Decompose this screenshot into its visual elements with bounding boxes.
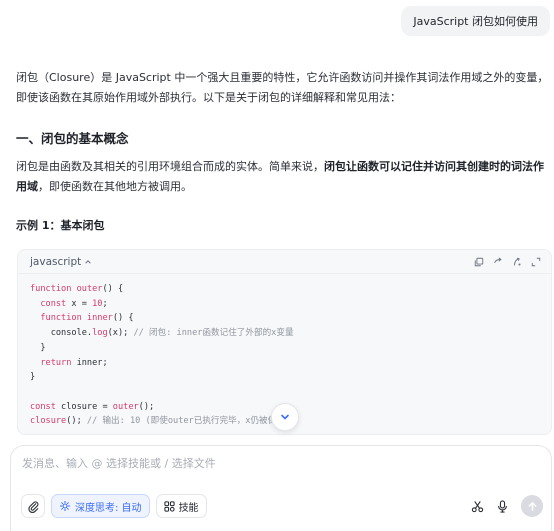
scroll-down-button[interactable] (271, 403, 299, 431)
message-input[interactable] (22, 457, 522, 470)
copy-icon[interactable] (474, 257, 484, 267)
deep-think-label: 深度思考: 自动 (75, 502, 142, 514)
chevron-up-icon (84, 258, 92, 266)
run-icon[interactable] (512, 257, 522, 267)
code-line: function inner() { (40, 313, 134, 324)
example-title: 示例 1：基本闭包 (16, 219, 105, 232)
assistant-answer: 闭包（Closure）是 JavaScript 中一个强大且重要的特性，它允许函… (16, 68, 550, 235)
paperclip-icon (27, 500, 40, 513)
arrow-up-icon (527, 501, 538, 512)
send-button[interactable] (521, 495, 543, 517)
composer-tools: 深度思考: 自动 技能 (21, 494, 207, 518)
code-header: javascript (18, 250, 551, 274)
chevron-down-icon (279, 411, 291, 423)
message-composer: 深度思考: 自动 技能 (10, 445, 552, 531)
expand-icon[interactable] (531, 257, 541, 267)
section-title: 一、闭包的基本概念 (16, 131, 129, 146)
language-label: javascript (30, 255, 82, 268)
composer-right-tools (471, 495, 543, 517)
microphone-icon[interactable] (496, 499, 509, 513)
answer-intro: 闭包（Closure）是 JavaScript 中一个强大且重要的特性，它允许函… (16, 71, 549, 104)
grid-icon (163, 500, 175, 512)
share-icon[interactable] (493, 256, 503, 267)
code-line: console.log(x); // 闭包: inner函数记住了外部的x变量 (30, 328, 294, 339)
language-toggle[interactable]: javascript (30, 256, 92, 268)
skills-button[interactable]: 技能 (155, 494, 207, 518)
user-message-text: JavaScript 闭包如何使用 (413, 15, 538, 28)
user-message-bubble: JavaScript 闭包如何使用 (401, 6, 550, 36)
deep-think-icon (59, 500, 71, 512)
code-actions (474, 256, 541, 267)
definition-suffix: ，即使函数在其他地方被调用。 (38, 180, 192, 193)
scissors-icon[interactable] (471, 500, 484, 513)
code-line: return inner; (40, 357, 108, 368)
code-line: } (30, 372, 36, 383)
skills-label: 技能 (178, 502, 199, 514)
code-line: } (30, 342, 46, 353)
closure-definition: 闭包是由函数及其相关的引用环境组合而成的实体。简单来说，闭包让函数可以记住并访问… (16, 157, 550, 197)
code-line: const x = 10; (40, 298, 108, 309)
attach-button[interactable] (21, 494, 45, 518)
deep-think-button[interactable]: 深度思考: 自动 (51, 494, 150, 518)
definition-prefix: 闭包是由函数及其相关的引用环境组合而成的实体。简单来说， (16, 160, 324, 173)
code-line: function outer() { (30, 284, 124, 294)
